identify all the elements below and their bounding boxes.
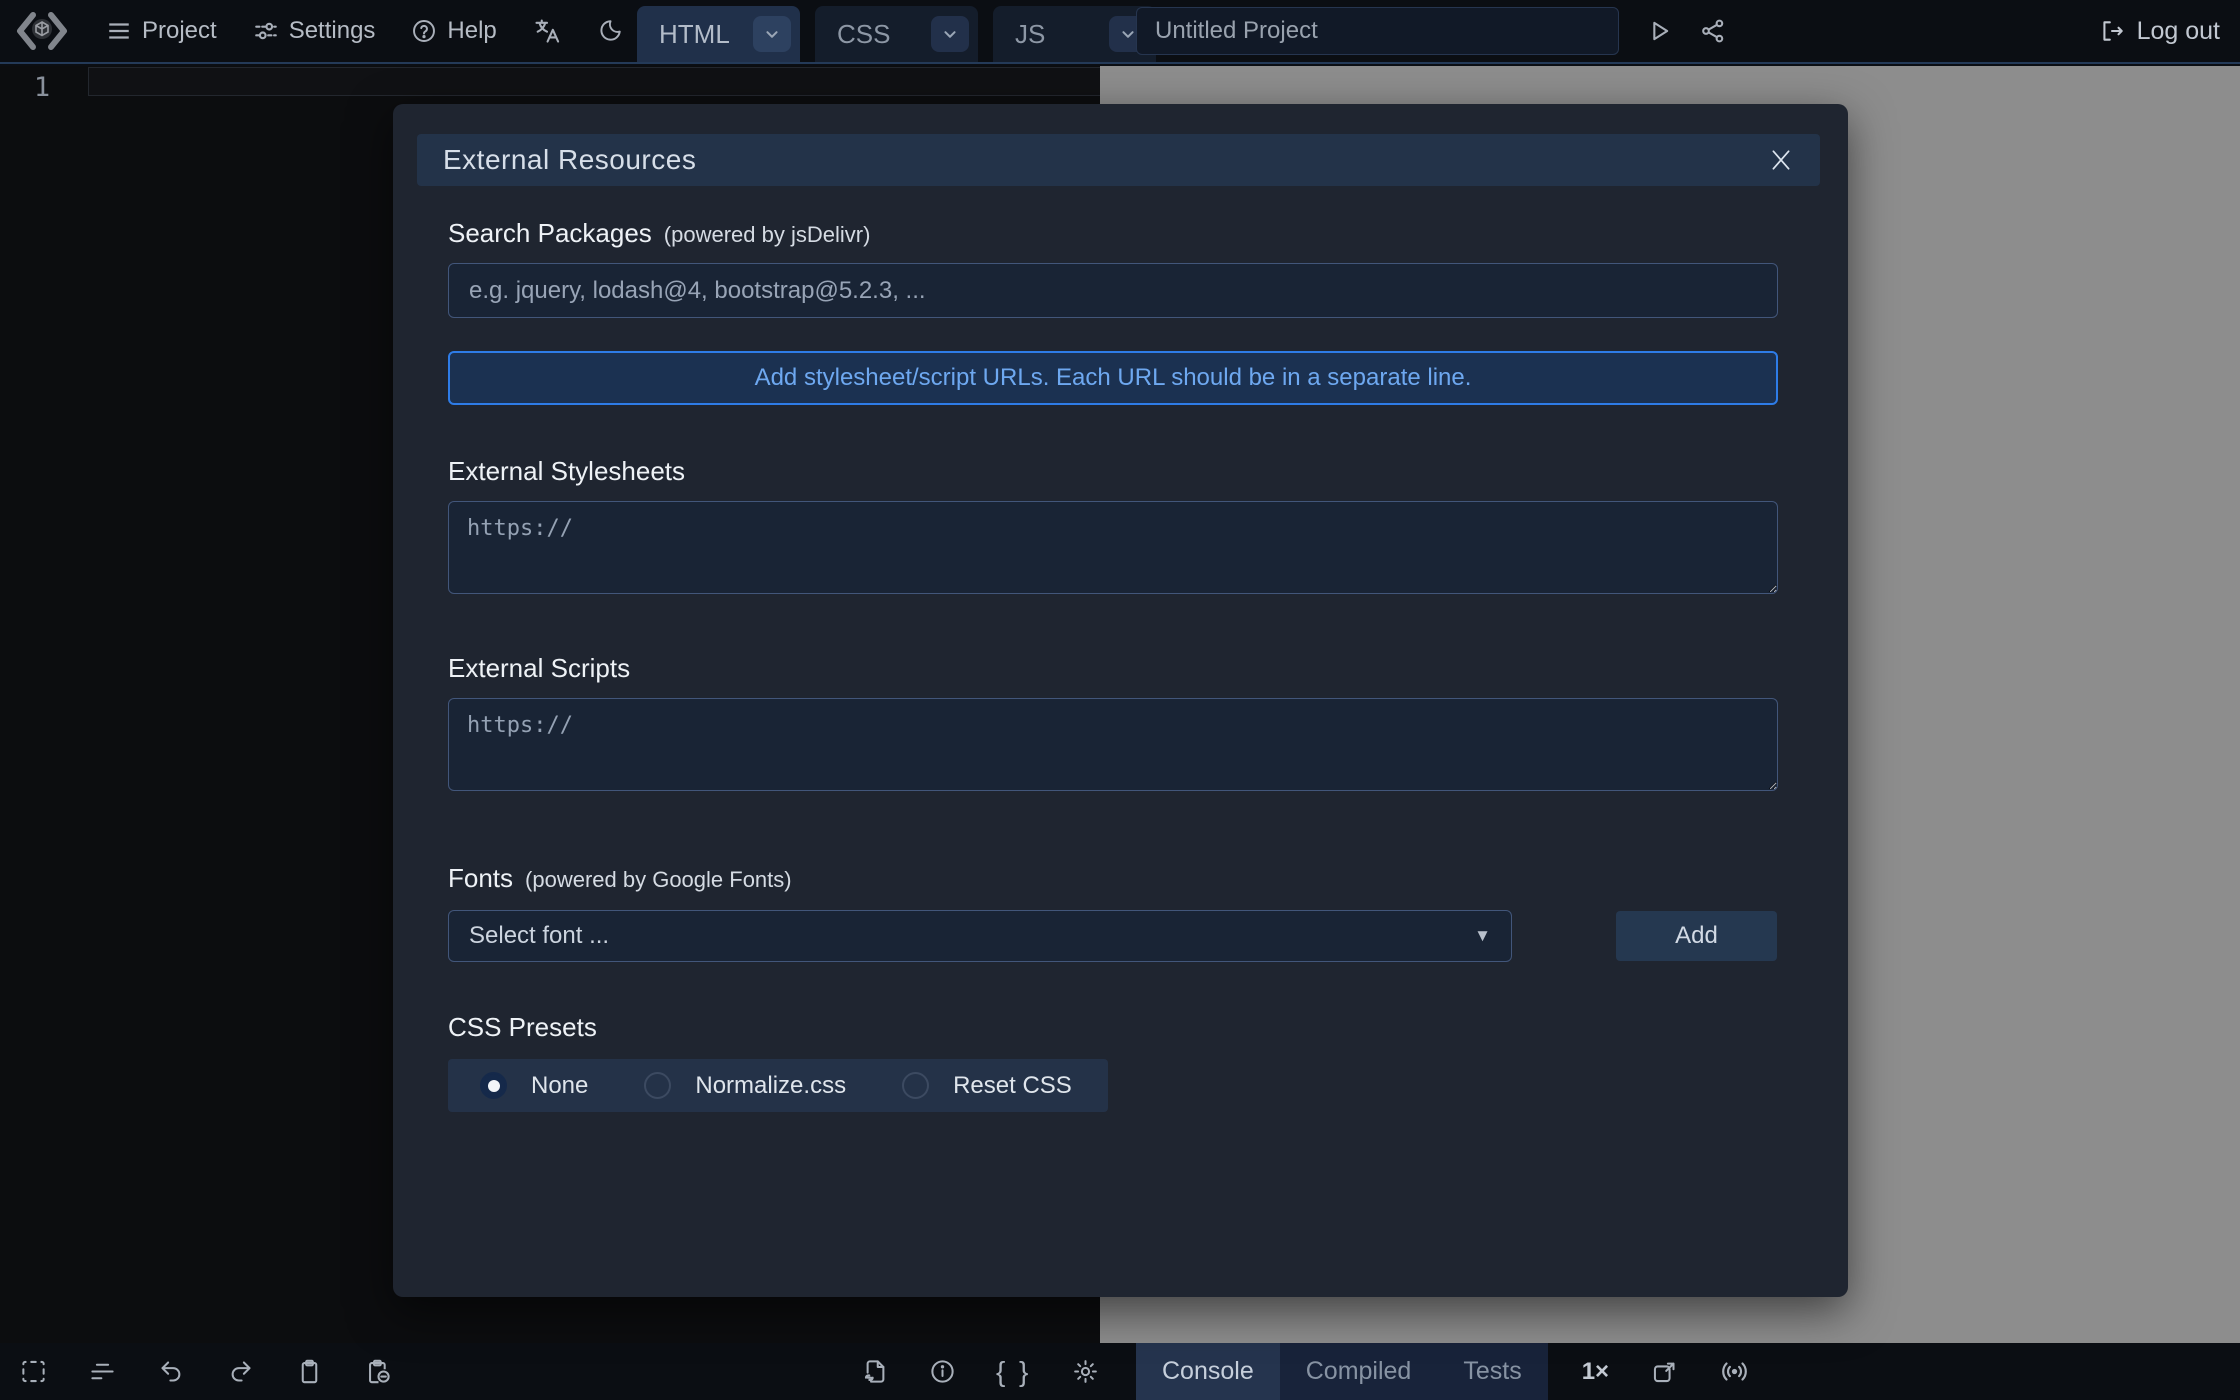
search-packages-hint: (powered by jsDelivr) xyxy=(664,222,871,248)
editor-line-number: 1 xyxy=(22,72,62,103)
translate-icon[interactable] xyxy=(533,17,561,45)
preset-label: Reset CSS xyxy=(953,1072,1072,1100)
top-bar: Project Settings Help xyxy=(0,0,2240,64)
project-menu[interactable]: Project xyxy=(106,17,217,45)
status-bar: { } Console Compiled Tests 1× xyxy=(0,1343,2240,1400)
help-menu[interactable]: Help xyxy=(411,17,496,45)
caret-down-icon: ▼ xyxy=(1474,926,1491,946)
gear-icon[interactable] xyxy=(1072,1358,1099,1385)
language-tabs: HTML CSS JS xyxy=(637,6,1156,62)
preset-option-normalize[interactable]: Normalize.css xyxy=(644,1072,846,1100)
zoom-level[interactable]: 1× xyxy=(1582,1358,1609,1386)
fonts-hint: (powered by Google Fonts) xyxy=(525,867,792,893)
external-scripts-label: External Scripts xyxy=(448,653,630,684)
share-icon[interactable] xyxy=(1699,17,1727,45)
app-logo-icon[interactable] xyxy=(14,7,70,55)
external-stylesheets-label: External Stylesheets xyxy=(448,456,685,487)
help-icon xyxy=(411,18,437,44)
preset-option-none[interactable]: None xyxy=(480,1072,588,1100)
add-font-button[interactable]: Add xyxy=(1616,911,1777,961)
search-packages-input[interactable] xyxy=(448,263,1778,318)
modal-header: External Resources xyxy=(417,134,1820,186)
add-urls-note-button[interactable]: Add stylesheet/script URLs. Each URL sho… xyxy=(448,351,1778,405)
run-icon[interactable] xyxy=(1645,17,1673,45)
broadcast-icon[interactable] xyxy=(1720,1357,1749,1386)
settings-menu[interactable]: Settings xyxy=(253,17,376,45)
selection-icon[interactable] xyxy=(20,1358,47,1385)
close-icon[interactable] xyxy=(1768,147,1794,173)
settings-sliders-icon xyxy=(253,18,279,44)
project-menu-label: Project xyxy=(142,17,217,45)
tab-js-label: JS xyxy=(1015,19,1045,50)
project-title-input[interactable] xyxy=(1136,7,1619,55)
modal-title: External Resources xyxy=(443,144,1768,176)
external-stylesheets-textarea[interactable] xyxy=(448,501,1778,594)
tab-html[interactable]: HTML xyxy=(637,6,800,62)
tab-css[interactable]: CSS xyxy=(815,6,978,62)
tab-console[interactable]: Console xyxy=(1136,1343,1280,1400)
fonts-label: Fonts xyxy=(448,863,513,894)
info-icon[interactable] xyxy=(929,1358,956,1385)
preset-label: None xyxy=(531,1072,588,1100)
search-packages-label: Search Packages xyxy=(448,218,652,249)
radio-icon[interactable] xyxy=(644,1072,671,1099)
tab-css-label: CSS xyxy=(837,19,890,50)
settings-menu-label: Settings xyxy=(289,17,376,45)
preset-option-reset[interactable]: Reset CSS xyxy=(902,1072,1072,1100)
css-presets-label: CSS Presets xyxy=(448,1012,597,1043)
logout-button[interactable]: Log out xyxy=(2099,0,2220,62)
external-scripts-textarea[interactable] xyxy=(448,698,1778,791)
paste-icon[interactable] xyxy=(365,1358,392,1385)
file-link-icon[interactable] xyxy=(862,1358,889,1385)
chevron-down-icon[interactable] xyxy=(753,16,791,52)
preset-label: Normalize.css xyxy=(695,1072,846,1100)
logout-icon xyxy=(2099,18,2125,44)
font-select-value: Select font ... xyxy=(469,922,609,950)
format-icon[interactable] xyxy=(89,1358,116,1385)
tab-js[interactable]: JS xyxy=(993,6,1156,62)
tab-tests[interactable]: Tests xyxy=(1437,1343,1547,1400)
font-select[interactable]: Select font ... ▼ xyxy=(448,910,1512,962)
undo-icon[interactable] xyxy=(158,1358,185,1385)
hamburger-menu-icon xyxy=(106,18,132,44)
redo-icon[interactable] xyxy=(227,1358,254,1385)
chevron-down-icon[interactable] xyxy=(931,16,969,52)
tools-tabs: Console Compiled Tests xyxy=(1136,1343,1548,1400)
open-window-icon[interactable] xyxy=(1651,1358,1678,1385)
tab-compiled[interactable]: Compiled xyxy=(1280,1343,1438,1400)
editor-current-line[interactable] xyxy=(88,67,1112,96)
logout-label: Log out xyxy=(2137,17,2220,46)
radio-selected-icon[interactable] xyxy=(480,1072,507,1099)
help-menu-label: Help xyxy=(447,17,496,45)
tab-html-label: HTML xyxy=(659,19,730,50)
clipboard-icon[interactable] xyxy=(296,1358,323,1385)
external-resources-modal: External Resources Search Packages (powe… xyxy=(393,104,1848,1297)
dark-mode-moon-icon[interactable] xyxy=(597,18,623,44)
css-presets-group: None Normalize.css Reset CSS xyxy=(448,1059,1108,1112)
radio-icon[interactable] xyxy=(902,1072,929,1099)
braces-icon[interactable]: { } xyxy=(996,1356,1032,1388)
